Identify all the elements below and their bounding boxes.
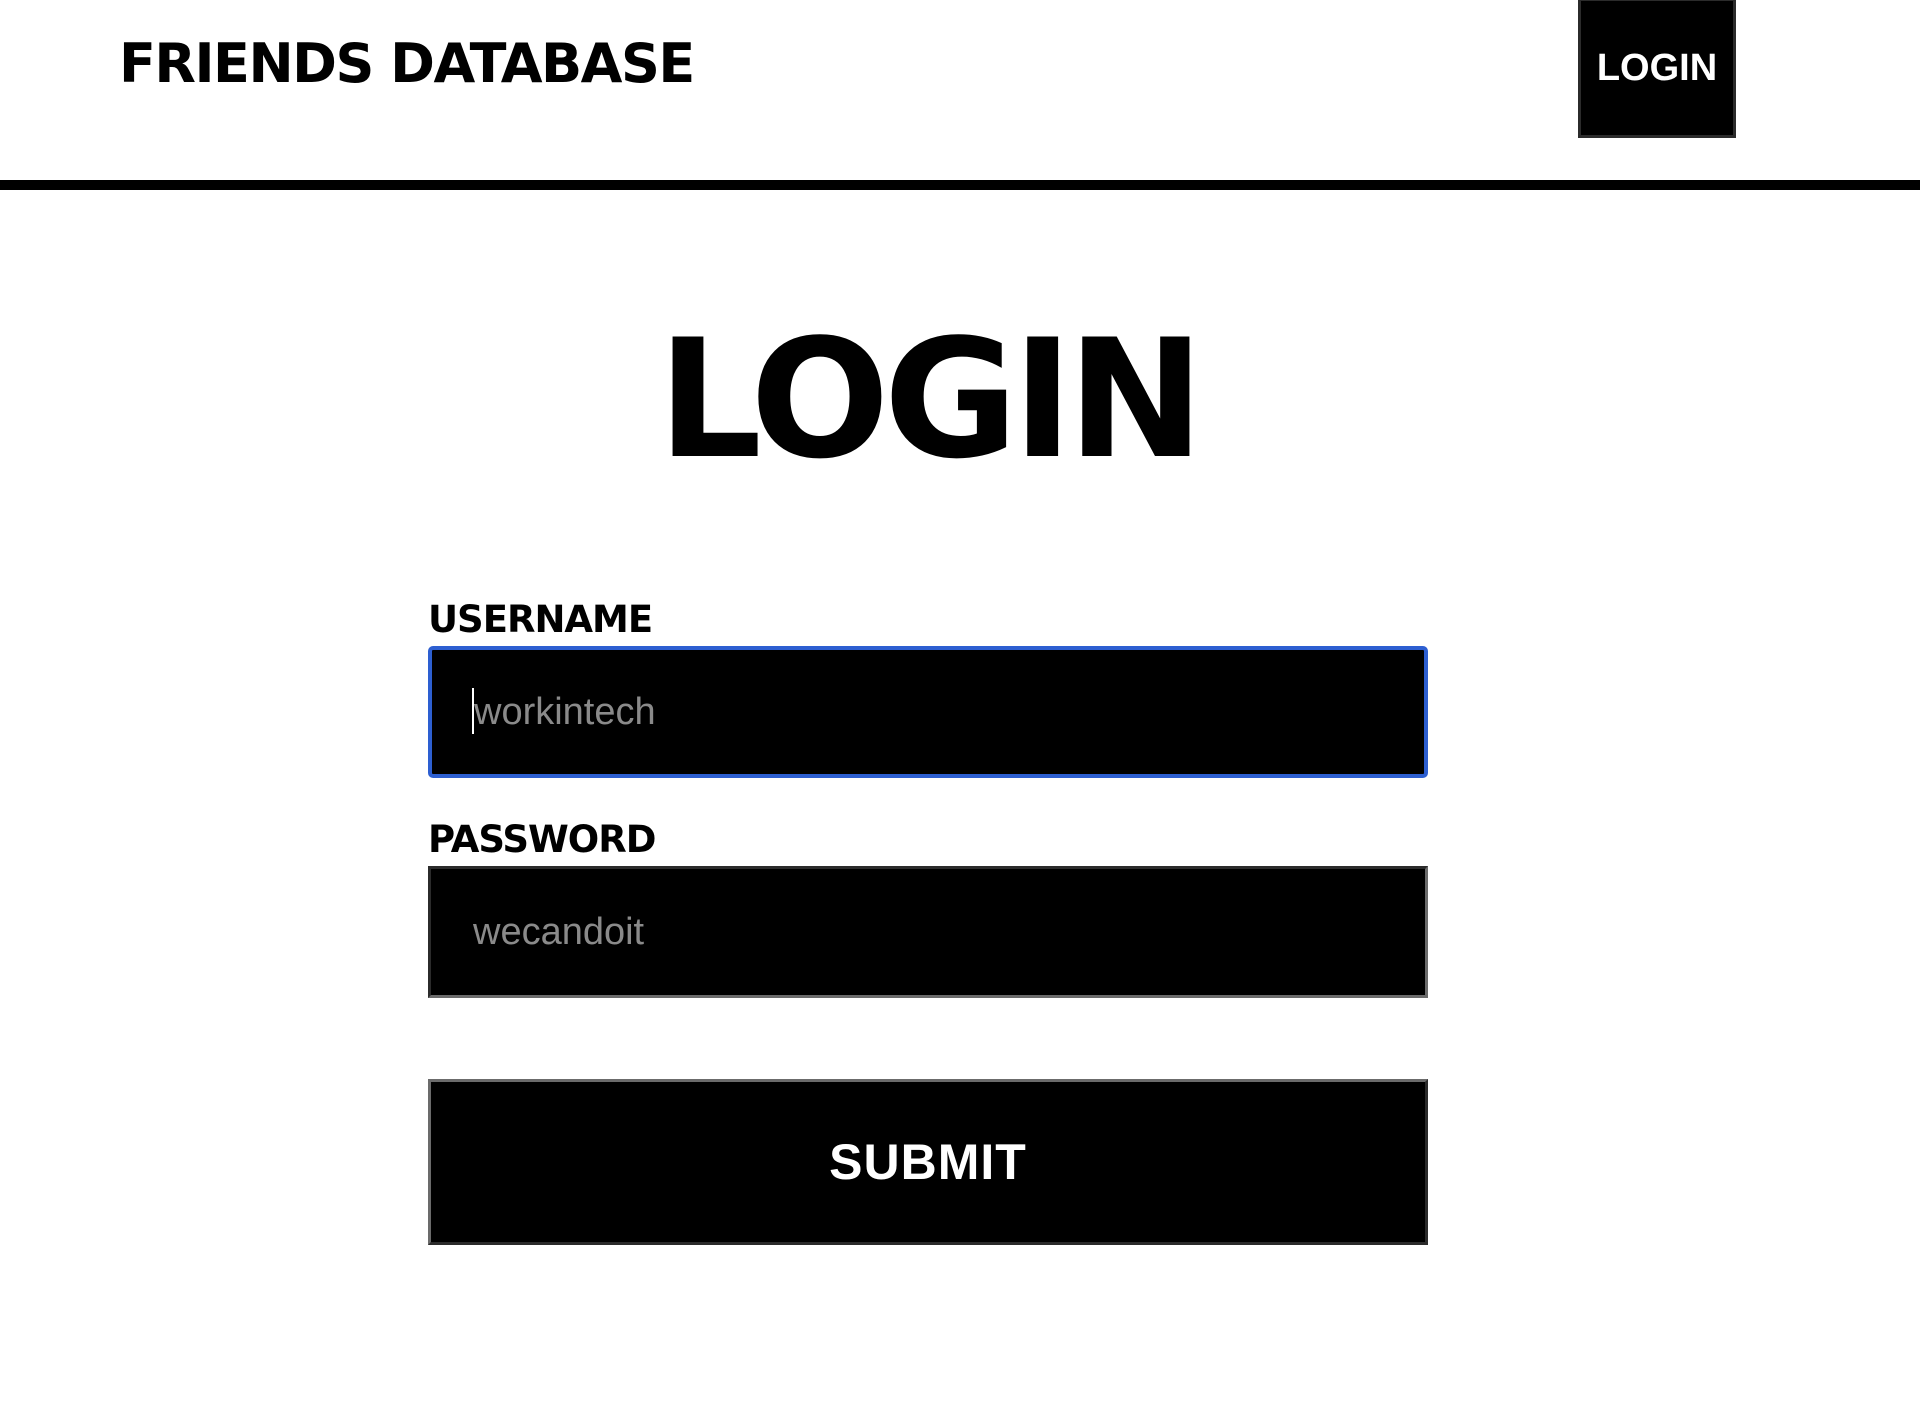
header-divider	[0, 180, 1920, 190]
site-header: FRIENDS DATABASE LOGIN	[0, 0, 1920, 190]
page-title: LOGIN	[657, 304, 1205, 495]
password-label: PASSWORD	[428, 818, 656, 861]
nav-login-button[interactable]: LOGIN	[1578, 0, 1736, 138]
username-label: USERNAME	[428, 598, 653, 641]
text-cursor	[472, 688, 474, 734]
password-input[interactable]	[428, 866, 1428, 998]
username-input[interactable]	[428, 646, 1428, 778]
site-brand: FRIENDS DATABASE	[119, 32, 695, 95]
submit-button[interactable]: SUBMIT	[428, 1079, 1428, 1245]
